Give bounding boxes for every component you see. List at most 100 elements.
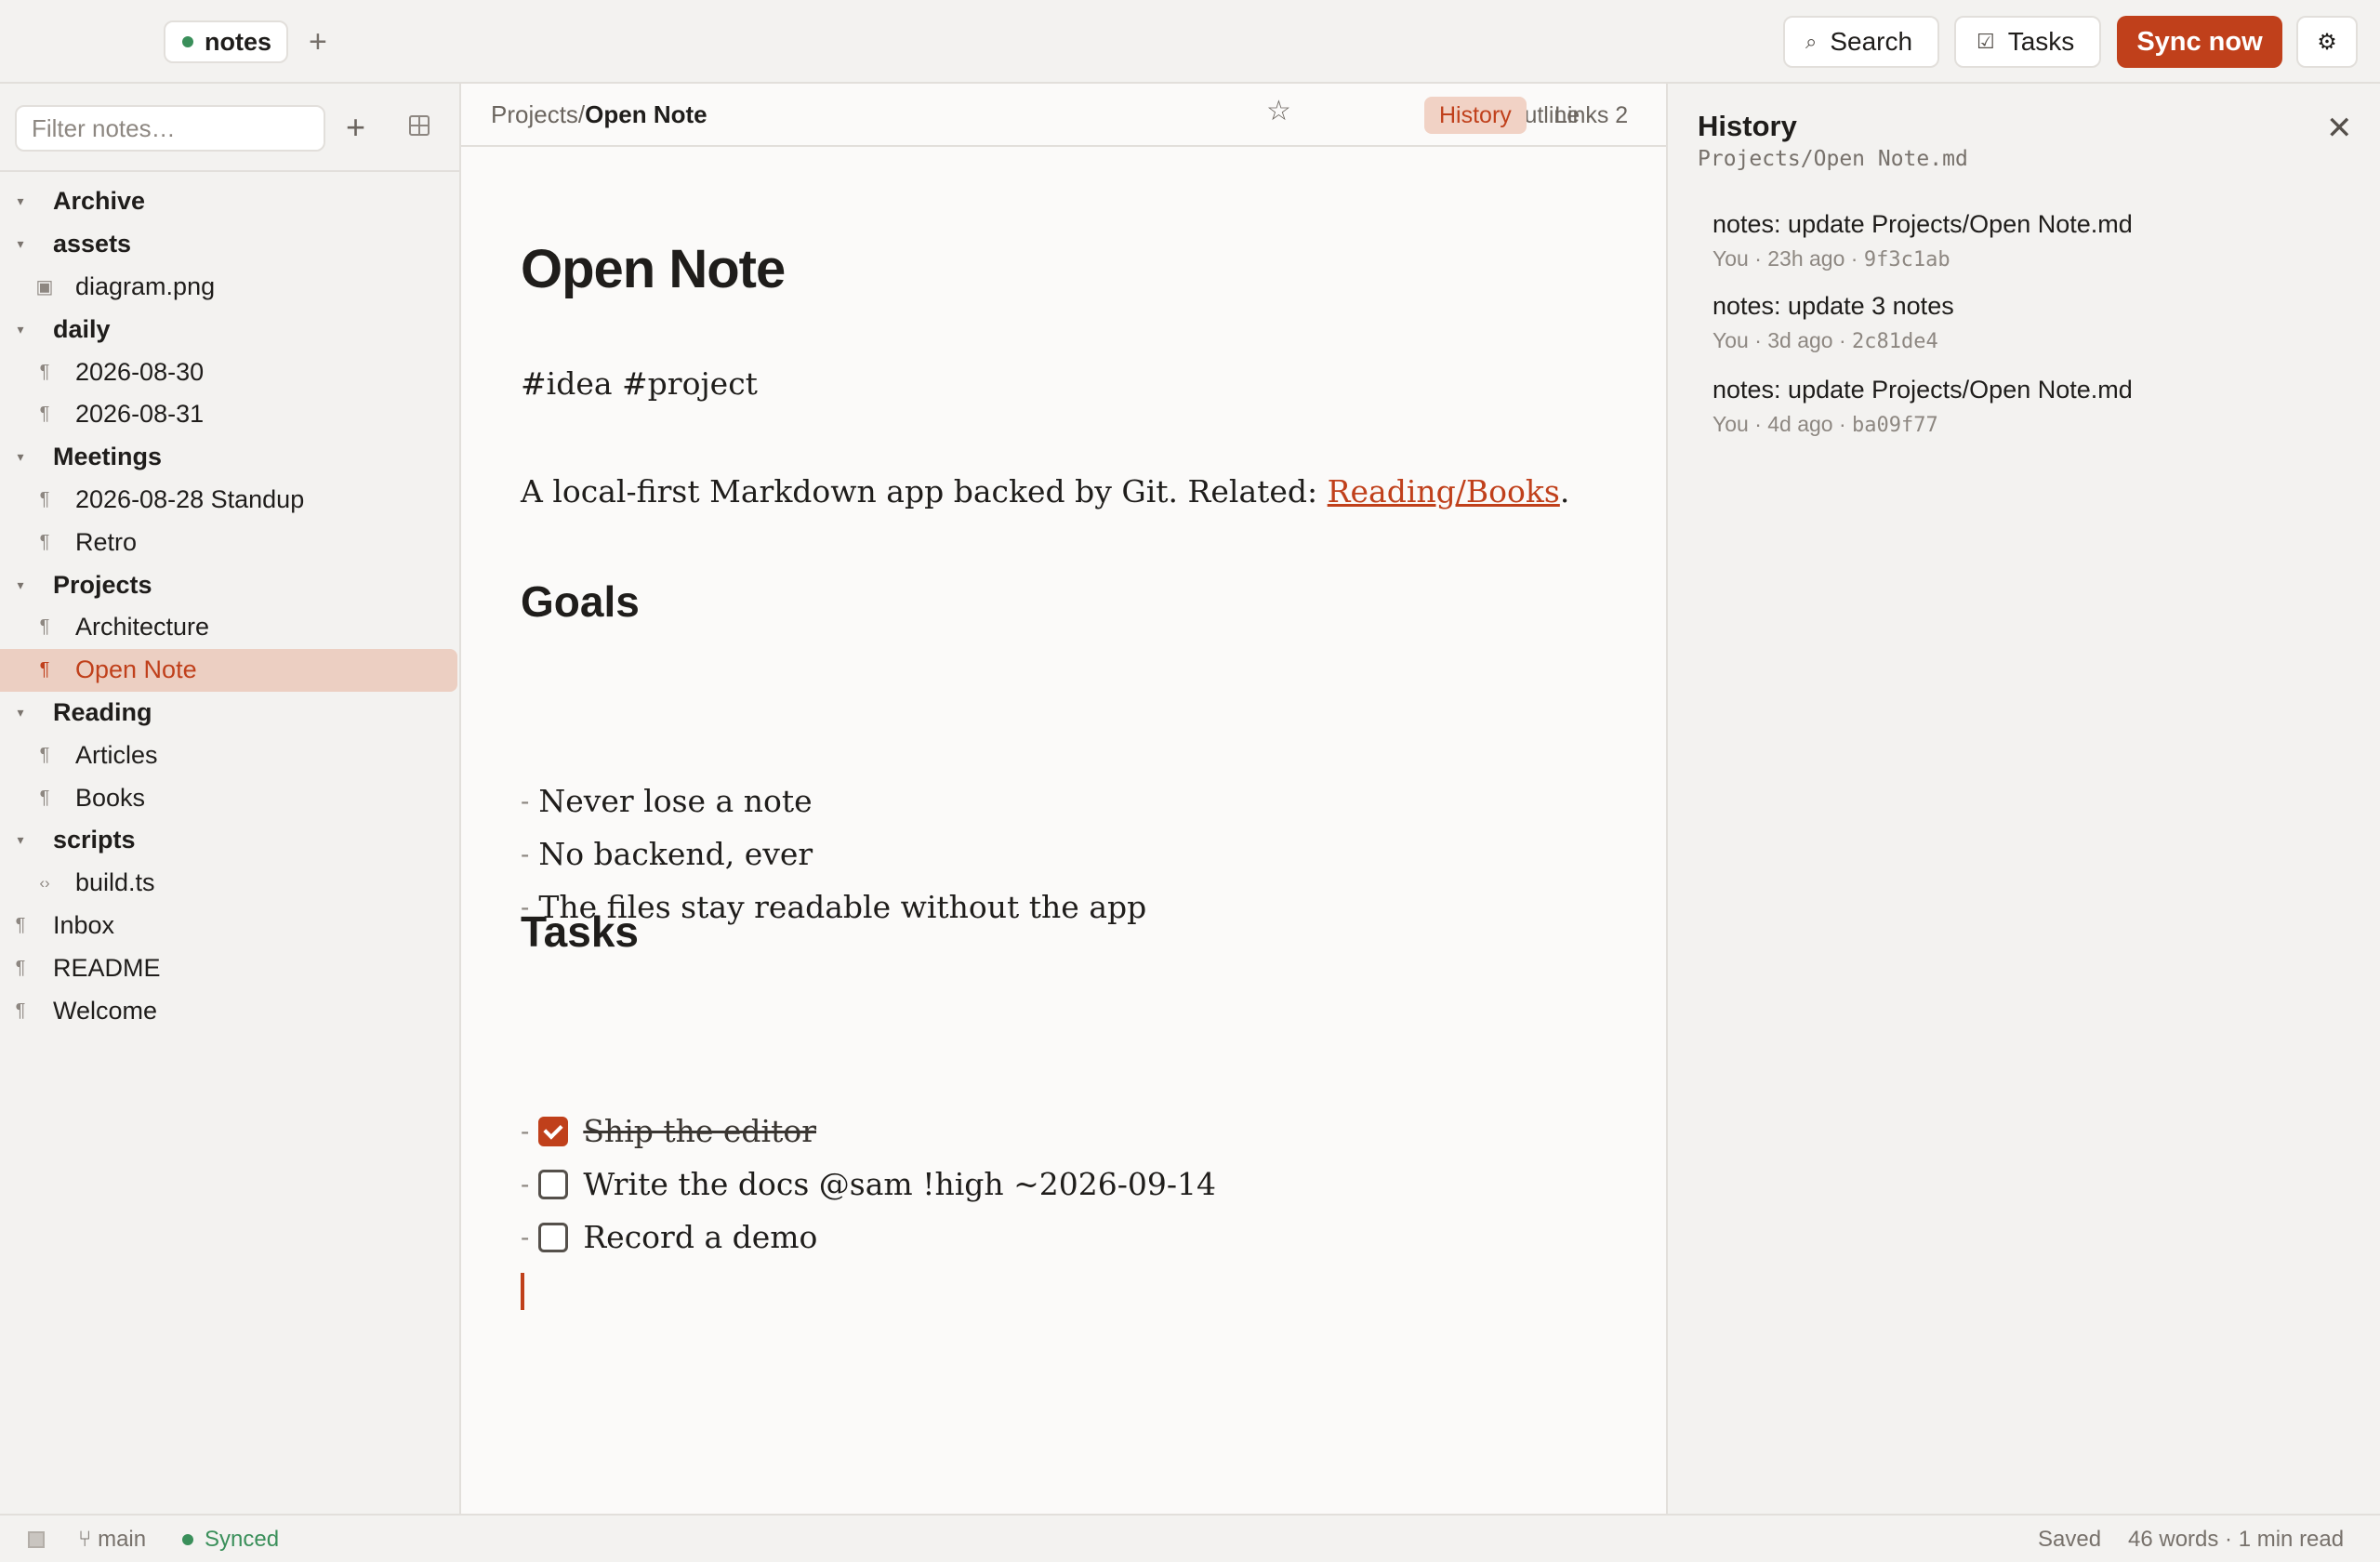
list-bullet: - [521,1116,530,1145]
note-icon: ¶ [15,957,26,978]
vault-tab-label: notes [205,27,272,56]
tree-item-label: build.ts [75,868,155,897]
breadcrumb: Projects/Open Note [491,100,707,129]
divider [0,170,459,172]
code-file-icon: ‹› [39,873,50,892]
text-cursor [521,1273,524,1310]
settings-button[interactable]: ⚙ [2296,16,2358,68]
tree-folder[interactable]: ▾ Archive [0,180,459,223]
note-title: Open Note [521,239,786,299]
tab-links[interactable]: Links 2 [1540,97,1643,134]
sidebar: + ▾Archive▾assets▣diagram.png▾daily¶2026… [0,84,461,1514]
filter-notes-input[interactable] [15,105,325,152]
search-icon: ⌕ [1805,30,1818,53]
close-icon[interactable]: ✕ [2326,110,2353,147]
tree-item-label: assets [53,230,132,258]
tree-item[interactable]: ¶ Books [0,776,459,819]
search-button[interactable]: ⌕ Search [1783,16,1939,68]
note-icon: ¶ [39,616,50,638]
tree-item[interactable]: ¶ README [0,946,459,989]
commit-entry[interactable]: notes: update Projects/Open Note.md You ·… [1712,210,2133,271]
star-icon[interactable]: ☆ [1266,95,1291,127]
task-text: Write the docs @sam !high ~2026-09-14 [583,1166,1217,1202]
list-bullet: - [521,1169,530,1198]
tree-folder[interactable]: ▾ assets [0,223,459,266]
tree-folder[interactable]: ▾ Projects [0,563,459,606]
intro-paragraph: A local-first Markdown app backed by Git… [521,473,1569,510]
checkbox-icon: ☑ [1977,30,1995,53]
sync-dot-icon [182,1534,193,1545]
tree-item[interactable]: ▣ diagram.png [0,266,459,309]
breadcrumb-parent[interactable]: Projects/ [491,100,585,128]
save-status: Saved [2038,1527,2102,1552]
tree-item-label: Welcome [53,996,158,1025]
tree-folder[interactable]: ▾ Meetings [0,436,459,479]
tree-item-label: Architecture [75,613,210,642]
wiki-link[interactable]: Reading/Books [1328,473,1560,510]
commit-hash: 2c81de4 [1852,330,1938,353]
checked-checkbox[interactable] [538,1116,569,1146]
tree-item-label: Meetings [53,443,163,471]
tree-item[interactable]: ¶ Inbox [0,905,459,947]
tasks-button[interactable]: ☑ Tasks [1954,16,2101,68]
tree-item-label: Projects [53,570,152,599]
tree-item[interactable]: ¶ Architecture [0,606,459,649]
tree-item[interactable]: ‹› build.ts [0,862,459,905]
sidebar-toggle-icon[interactable] [28,1531,45,1548]
tree-folder[interactable]: ▾ scripts [0,819,459,862]
grid-view-icon[interactable] [409,115,430,136]
tree-item[interactable]: ¶ 2026-08-31 [0,393,459,436]
tree-item-label: Reading [53,697,152,726]
status-bar: ⑂ main Synced Saved 46 words · 1 min rea… [0,1514,2380,1562]
new-note-button[interactable]: + [346,108,365,147]
commit-author-time: You · 23h ago · [1712,246,1864,271]
search-button-label: Search [1830,27,1913,56]
tree-item-label: scripts [53,826,136,854]
intro-end: . [1559,473,1570,510]
history-panel: History Projects/Open Note.md ✕ notes: u… [1668,84,2380,1514]
folder-toggle-icon: ▾ [17,704,24,720]
list-item: - Never lose a note [521,783,813,819]
note-icon: ¶ [39,659,50,681]
sync-status-label: Synced [205,1527,280,1552]
commit-entry[interactable]: notes: update Projects/Open Note.md You ·… [1712,376,2133,437]
branch-indicator[interactable]: ⑂ main [78,1527,146,1553]
tags-line: #idea #project [521,365,758,402]
commit-meta: You · 23h ago · 9f3c1ab [1712,246,2133,271]
tree-item[interactable]: ¶ Articles [0,734,459,776]
tree-folder[interactable]: ▾ Reading [0,692,459,735]
tree-item-label: Archive [53,187,146,216]
note-icon: ¶ [39,531,50,552]
tree-item[interactable]: ¶ Welcome [0,989,459,1032]
note-icon: ¶ [39,361,50,382]
tree-item-label: Retro [75,527,138,556]
commit-message: notes: update Projects/Open Note.md [1712,376,2133,404]
tree-item[interactable]: ¶ Retro [0,521,459,563]
note-icon: ¶ [39,744,50,765]
list-item: - No backend, ever [521,836,813,872]
file-tree: ▾ Archive ▾ assets ▣ diagram.png ▾ daily ¶ 2026-0… [0,180,459,1032]
tree-item[interactable]: ¶ 2026-08-28 Standup [0,479,459,522]
tree-folder[interactable]: ▾ daily [0,308,459,351]
task-checkbox[interactable] [538,1169,569,1199]
tree-item-label: Articles [75,740,158,769]
add-tab-button[interactable]: + [309,24,327,60]
sync-status: Synced [182,1527,279,1553]
history-title: History [1698,110,1797,142]
task-checkbox[interactable] [538,1222,569,1252]
commit-author-time: You · 3d ago · [1712,328,1853,352]
list-bullet: - [521,1222,530,1251]
commit-message: notes: update Projects/Open Note.md [1712,210,2133,238]
tree-item[interactable]: ¶ Open Note [0,648,457,692]
vault-tab[interactable]: notes [164,20,288,63]
note-icon: ¶ [15,999,26,1021]
editor-header: Projects/Open Note ☆ Outline History Lin… [461,84,1666,147]
folder-toggle-icon: ▾ [17,321,24,337]
tree-item[interactable]: ¶ 2026-08-30 [0,351,459,393]
folder-toggle-icon: ▾ [17,449,24,465]
tab-history[interactable]: History [1424,97,1527,134]
folder-toggle-icon: ▾ [17,576,24,592]
folder-toggle-icon: ▾ [17,236,24,252]
sync-now-button[interactable]: Sync now [2117,16,2282,68]
commit-entry[interactable]: notes: update 3 notes You · 3d ago · 2c81… [1712,292,1954,353]
